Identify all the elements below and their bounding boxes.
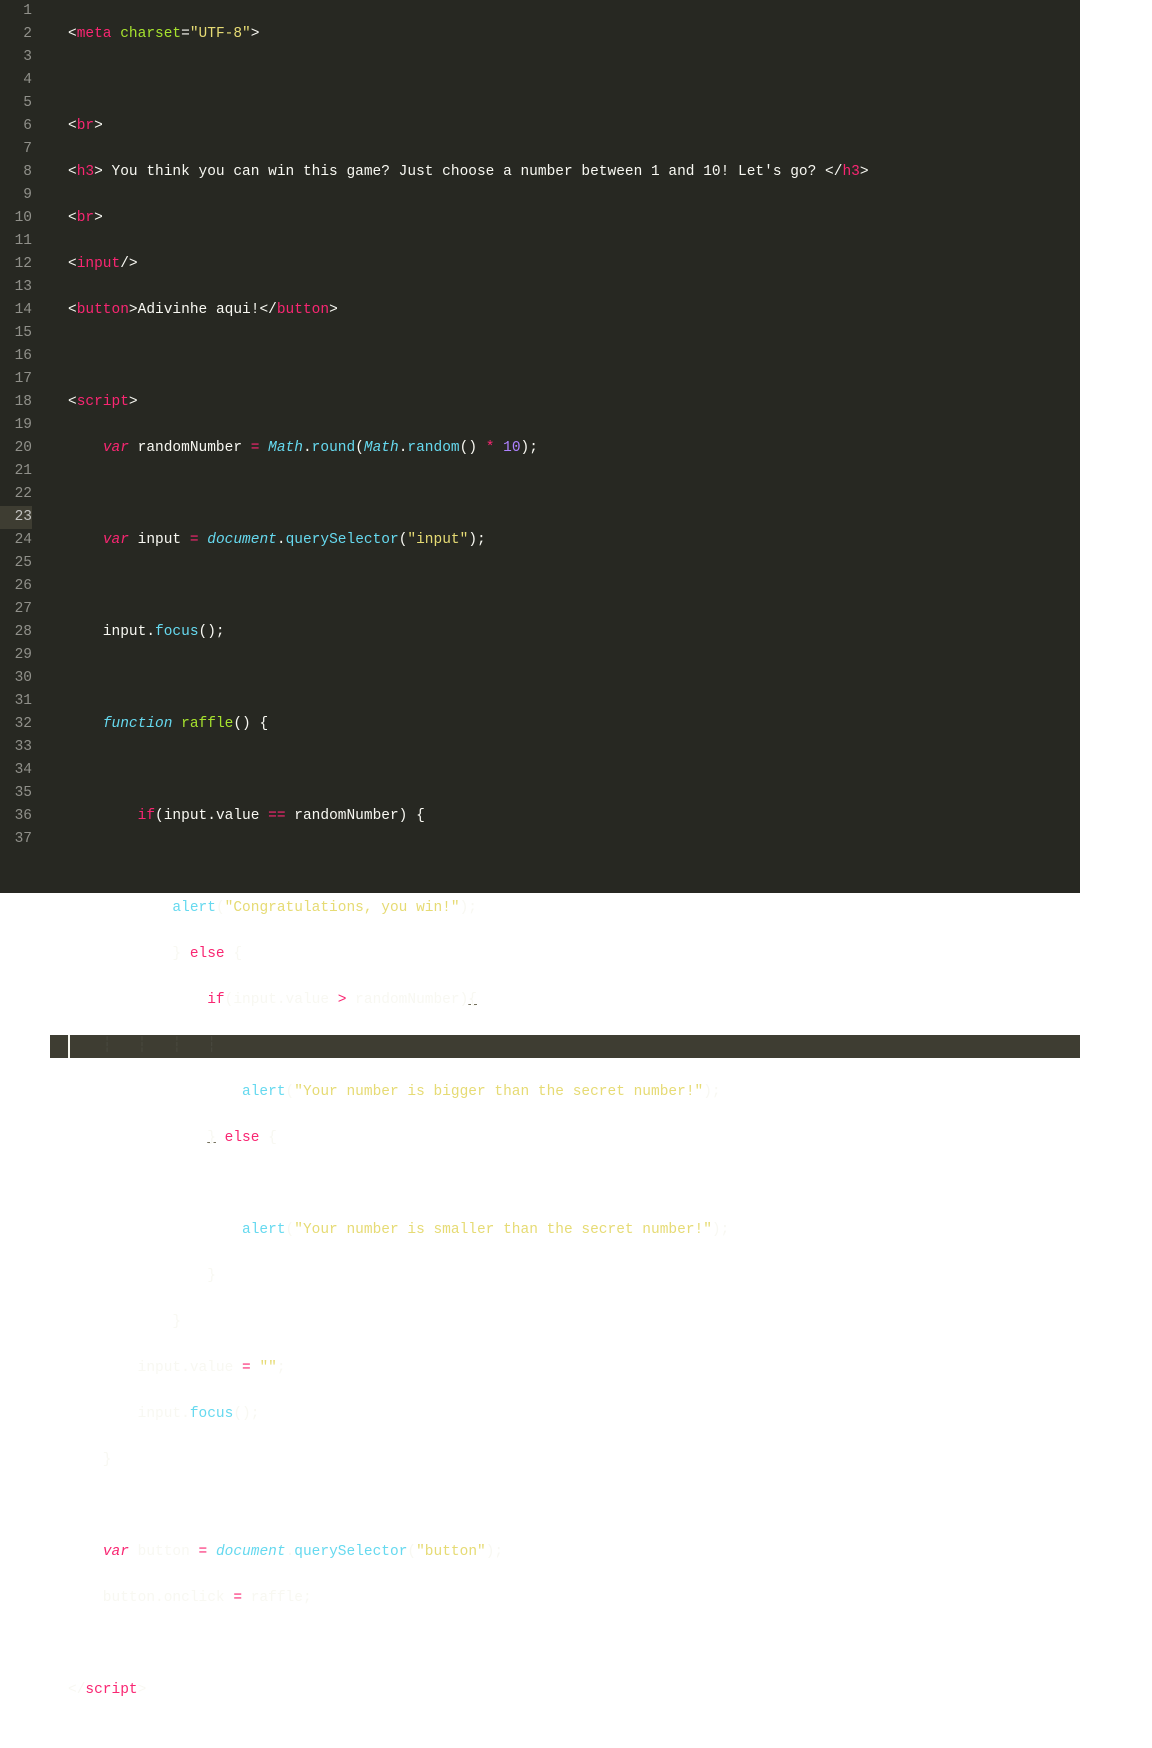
code-line[interactable] (68, 575, 1080, 598)
line-number: 14 (0, 299, 32, 322)
line-number: 4 (0, 69, 32, 92)
line-number: 33 (0, 736, 32, 759)
line-number: 28 (0, 621, 32, 644)
code-line[interactable]: <br> (68, 207, 1080, 230)
code-line[interactable]: function raffle() { (68, 713, 1080, 736)
line-number: 20 (0, 437, 32, 460)
code-line[interactable]: input.focus(); (68, 1403, 1080, 1426)
code-line[interactable] (68, 851, 1080, 874)
line-number: 15 (0, 322, 32, 345)
code-line[interactable]: <h3> You think you can win this game? Ju… (68, 161, 1080, 184)
code-line[interactable]: ┆ ┆ ┆ ┆ (68, 1035, 1080, 1058)
line-number: 29 (0, 644, 32, 667)
code-line[interactable] (68, 1173, 1080, 1196)
line-number: 11 (0, 230, 32, 253)
code-line[interactable]: <meta charset="UTF-8"> (68, 23, 1080, 46)
line-number: 3 (0, 46, 32, 69)
code-line[interactable]: <br> (68, 115, 1080, 138)
line-number: 8 (0, 161, 32, 184)
line-number: 23 (0, 506, 32, 529)
code-line[interactable]: input.value = ""; (68, 1357, 1080, 1380)
line-number: 1 (0, 0, 32, 23)
code-line[interactable]: alert("Your number is bigger than the se… (68, 1081, 1080, 1104)
line-number: 25 (0, 552, 32, 575)
line-number: 18 (0, 391, 32, 414)
line-number: 2 (0, 23, 32, 46)
code-line[interactable]: if(input.value == randomNumber) { (68, 805, 1080, 828)
code-line[interactable]: input.focus(); (68, 621, 1080, 644)
line-number: 12 (0, 253, 32, 276)
code-line[interactable] (68, 667, 1080, 690)
code-line[interactable]: if(input.value > randomNumber){ (68, 989, 1080, 1012)
code-line[interactable]: var randomNumber = Math.round(Math.rando… (68, 437, 1080, 460)
code-line[interactable]: alert("Congratulations, you win!"); (68, 897, 1080, 920)
gutter: 1 2 3 4 5 6 7 8 9 10 11 12 13 14 15 16 1… (0, 0, 50, 893)
code-line[interactable] (68, 69, 1080, 92)
line-number: 19 (0, 414, 32, 437)
code-line[interactable]: var button = document.querySelector("but… (68, 1541, 1080, 1564)
code-line[interactable] (68, 1633, 1080, 1656)
line-number: 24 (0, 529, 32, 552)
line-number: 9 (0, 184, 32, 207)
code-editor[interactable]: 1 2 3 4 5 6 7 8 9 10 11 12 13 14 15 16 1… (0, 0, 1080, 893)
code-line[interactable]: alert("Your number is smaller than the s… (68, 1219, 1080, 1242)
line-number: 35 (0, 782, 32, 805)
code-line[interactable]: <script> (68, 391, 1080, 414)
line-number: 36 (0, 805, 32, 828)
code-line[interactable]: } else { (68, 943, 1080, 966)
line-number: 17 (0, 368, 32, 391)
line-number: 37 (0, 828, 32, 851)
code-area[interactable]: <meta charset="UTF-8"> <br> <h3> You thi… (50, 0, 1080, 893)
line-number: 10 (0, 207, 32, 230)
line-number: 30 (0, 667, 32, 690)
line-number: 26 (0, 575, 32, 598)
line-number: 21 (0, 460, 32, 483)
code-line[interactable]: button.onclick = raffle; (68, 1587, 1080, 1610)
code-line[interactable]: var input = document.querySelector("inpu… (68, 529, 1080, 552)
line-number: 32 (0, 713, 32, 736)
code-line[interactable]: } else { (68, 1127, 1080, 1150)
line-number: 22 (0, 483, 32, 506)
code-line[interactable] (68, 483, 1080, 506)
line-number: 6 (0, 115, 32, 138)
code-line[interactable]: <input/> (68, 253, 1080, 276)
text-cursor (68, 1035, 70, 1058)
line-number: 7 (0, 138, 32, 161)
code-line[interactable] (68, 345, 1080, 368)
line-number: 27 (0, 598, 32, 621)
code-line[interactable] (68, 759, 1080, 782)
code-line[interactable] (68, 1495, 1080, 1518)
line-number: 13 (0, 276, 32, 299)
line-number: 31 (0, 690, 32, 713)
code-line[interactable]: } (68, 1265, 1080, 1288)
line-number: 16 (0, 345, 32, 368)
code-line[interactable]: } (68, 1449, 1080, 1472)
line-number: 34 (0, 759, 32, 782)
code-line[interactable]: } (68, 1311, 1080, 1334)
line-number: 5 (0, 92, 32, 115)
code-line[interactable]: <button>Adivinhe aqui!</button> (68, 299, 1080, 322)
code-line[interactable]: </script> (68, 1679, 1080, 1702)
